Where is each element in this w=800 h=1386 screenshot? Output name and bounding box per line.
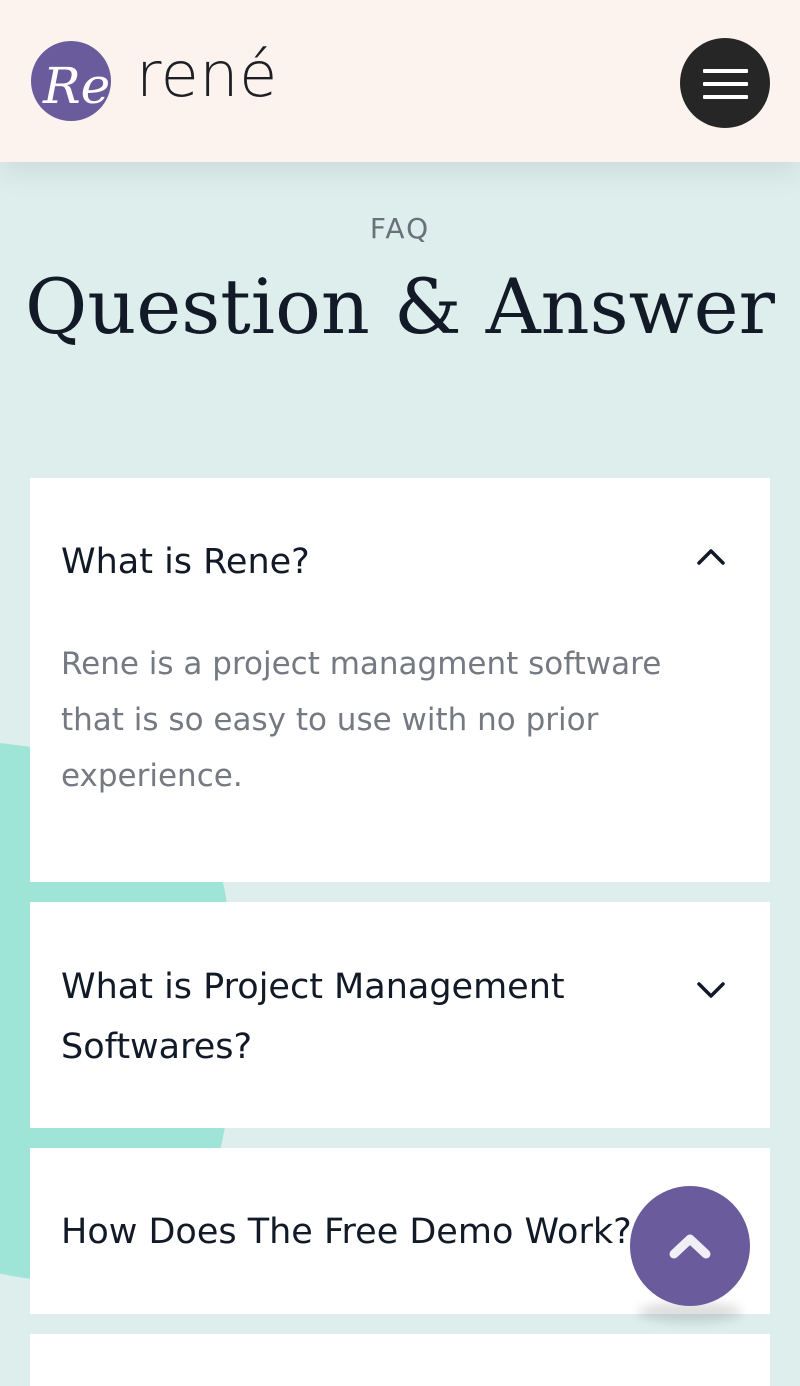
hamburger-icon	[703, 69, 748, 73]
faq-answer: Rene is a project managment software tha…	[61, 646, 662, 794]
chevron-down-icon	[697, 982, 725, 998]
logo-monogram: Re	[42, 57, 110, 115]
scroll-to-top-button[interactable]	[630, 1186, 750, 1306]
faq-question: What is Project Management Softwares?	[61, 967, 565, 1067]
chevron-up-icon	[697, 549, 725, 565]
faq-item[interactable]	[30, 1334, 770, 1386]
page-title: Question & Answer	[25, 262, 775, 351]
faq-question: How Does The Free Demo Work?	[61, 1212, 632, 1252]
faq-question: What is Rene?	[61, 542, 310, 582]
menu-button[interactable]	[680, 38, 770, 128]
chevron-up-icon	[669, 1234, 711, 1259]
faq-item: What is Project Management Softwares?	[30, 902, 770, 1128]
svg-text:Re: Re	[42, 57, 110, 115]
faq-item: What is Rene? Rene is a project managmen…	[30, 478, 770, 882]
hamburger-icon	[703, 95, 748, 99]
section-eyebrow: FAQ	[369, 212, 431, 245]
faq-question-button[interactable]: What is Project Management Softwares?	[30, 902, 770, 1128]
faq-question-button[interactable]: What is Rene?	[30, 478, 770, 628]
site-header: Re rené	[0, 0, 800, 162]
hamburger-icon	[703, 82, 748, 86]
logo-mark[interactable]: Re	[31, 41, 111, 121]
brand-name[interactable]: rené	[136, 38, 278, 111]
